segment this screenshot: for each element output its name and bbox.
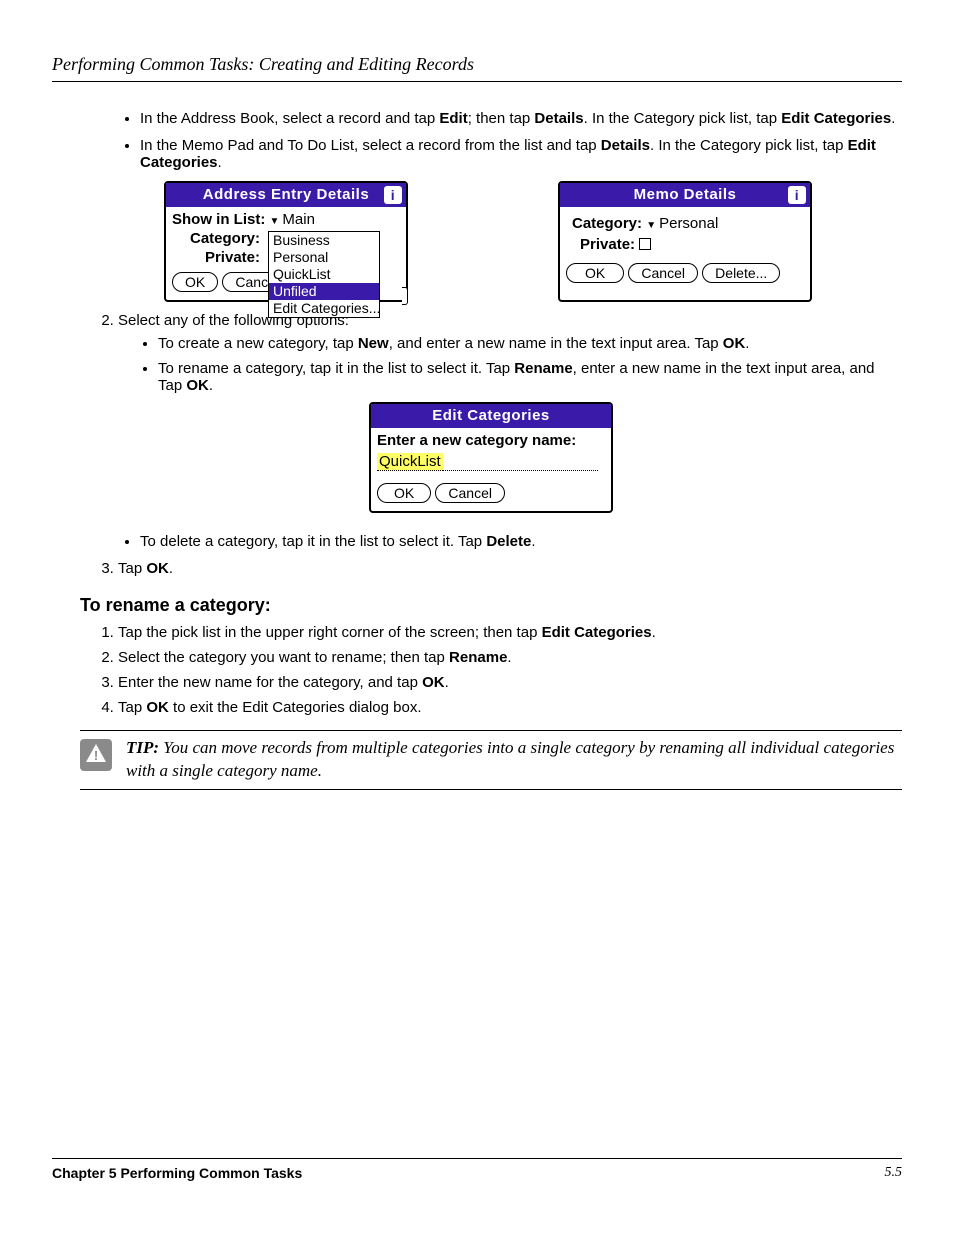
dialog-title: Edit Categories <box>371 404 611 428</box>
cancel-button[interactable]: Cancel <box>628 263 698 283</box>
rename-step-3: Enter the new name for the category, and… <box>118 674 902 691</box>
ok-button[interactable]: OK <box>566 263 624 283</box>
ok-button[interactable]: OK <box>377 483 431 503</box>
step-2: Select any of the following options: To … <box>118 312 902 394</box>
dialog-title: Memo Details i <box>560 183 810 207</box>
step-3: Tap OK. <box>118 560 902 577</box>
private-checkbox[interactable] <box>639 238 651 250</box>
section-rename-heading: To rename a category: <box>80 595 902 616</box>
bullet-address-book: In the Address Book, select a record and… <box>140 110 902 127</box>
info-icon[interactable]: i <box>788 186 806 204</box>
rename-step-2: Select the category you want to rename; … <box>118 649 902 666</box>
footer-chapter: Chapter 5 Performing Common Tasks <box>52 1165 302 1181</box>
running-header: Performing Common Tasks: Creating and Ed… <box>52 54 902 82</box>
tip-box: TIP: You can move records from multiple … <box>80 730 902 790</box>
ok-button[interactable]: OK <box>172 272 218 292</box>
address-entry-dialog: Address Entry Details i Show in List: Ma… <box>164 181 408 302</box>
steps-list: Select any of the following options: To … <box>118 312 902 394</box>
menu-item-quicklist[interactable]: QuickList <box>269 266 379 283</box>
opt-new: To create a new category, tap New, and e… <box>158 335 902 352</box>
dialog-title: Address Entry Details i <box>166 183 406 207</box>
menu-item-personal[interactable]: Personal <box>269 249 379 266</box>
intro-bullets: In the Address Book, select a record and… <box>140 110 902 171</box>
category-picker[interactable]: Personal <box>646 215 718 232</box>
cancel-button[interactable]: Cancel <box>435 483 505 503</box>
bullet-memo-todo: In the Memo Pad and To Do List, select a… <box>140 137 902 171</box>
category-name-input[interactable]: QuickList <box>377 453 443 471</box>
tip-text: TIP: You can move records from multiple … <box>126 737 902 783</box>
menu-item-edit-categories[interactable]: Edit Categories... <box>269 300 379 317</box>
category-dropdown-menu[interactable]: Business Personal QuickList Unfiled Edit… <box>268 231 380 318</box>
scroll-notch <box>402 287 408 305</box>
menu-item-business[interactable]: Business <box>269 232 379 249</box>
footer-page: 5.5 <box>885 1165 903 1181</box>
opt-delete: To delete a category, tap it in the list… <box>140 533 902 550</box>
edit-categories-dialog: Edit Categories Enter a new category nam… <box>369 402 613 513</box>
opt-rename: To rename a category, tap it in the list… <box>158 360 902 394</box>
menu-item-unfiled[interactable]: Unfiled <box>269 283 379 300</box>
rename-step-4: Tap OK to exit the Edit Categories dialo… <box>118 699 902 716</box>
rename-step-1: Tap the pick list in the upper right cor… <box>118 624 902 641</box>
delete-button[interactable]: Delete... <box>702 263 780 283</box>
show-in-list-picker[interactable]: Main <box>270 211 315 228</box>
tip-icon <box>80 739 112 771</box>
info-icon[interactable]: i <box>384 186 402 204</box>
memo-details-dialog: Memo Details i Category: Personal Privat… <box>558 181 812 302</box>
prompt-label: Enter a new category name: <box>377 432 605 449</box>
page-footer: Chapter 5 Performing Common Tasks 5.5 <box>52 1158 902 1181</box>
